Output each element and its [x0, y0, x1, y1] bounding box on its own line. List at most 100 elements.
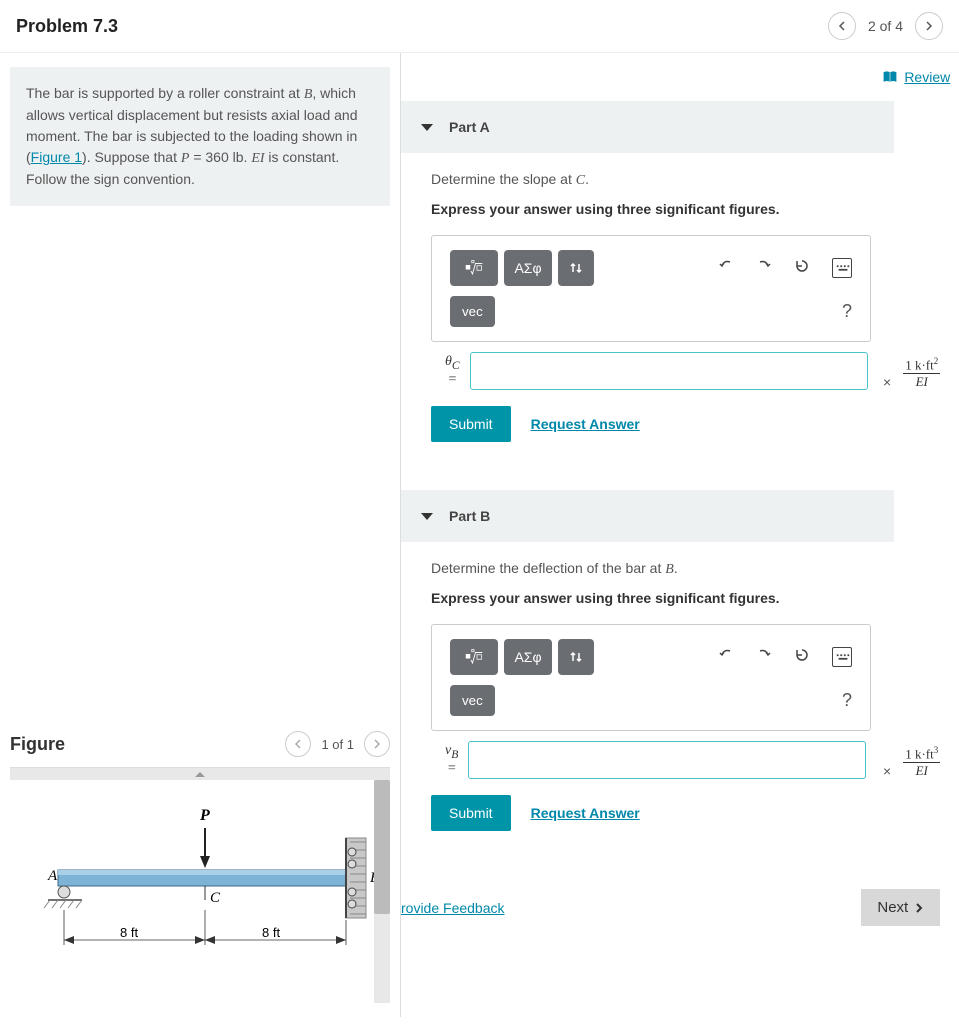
var-theta: θ [445, 354, 452, 369]
header-nav: 2 of 4 [828, 12, 943, 40]
part-b-answer-input[interactable] [468, 741, 866, 779]
figure-scroll-up[interactable] [10, 768, 390, 780]
problem-text: = 360 [189, 149, 232, 165]
review-link[interactable]: Review [882, 69, 950, 85]
greek-button[interactable]: ΑΣφ [504, 639, 552, 675]
question-var: B [665, 562, 674, 577]
figure-body: P [10, 767, 390, 1003]
problem-text: The bar is supported by a roller constra… [26, 85, 304, 101]
part-b-body: Determine the deflection of the bar at B… [401, 542, 959, 849]
question-text: Determine the slope at [431, 171, 576, 187]
dim-left: 8 ft [120, 925, 138, 940]
feedback-link[interactable]: rovide Feedback [401, 900, 505, 916]
part-b-request-link[interactable]: Request Answer [531, 805, 640, 821]
unit-den: EI [916, 374, 928, 390]
vec-button[interactable]: vec [450, 685, 495, 716]
part-a-submit-button[interactable]: Submit [431, 406, 511, 442]
label-C: C [210, 890, 221, 906]
scrollbar-thumb[interactable] [374, 780, 390, 914]
help-button[interactable]: ? [842, 690, 852, 711]
part-b-var-label: vB = [445, 743, 458, 777]
template-button[interactable] [450, 639, 498, 675]
part-a-var-label: θC = [445, 354, 460, 388]
next-button[interactable]: Next [861, 889, 940, 926]
reset-icon [794, 258, 810, 274]
keyboard-button[interactable] [832, 258, 852, 278]
undo-button[interactable] [718, 647, 738, 667]
header: Problem 7.3 2 of 4 [0, 0, 959, 53]
book-icon [882, 70, 898, 84]
chevron-right-icon [914, 903, 924, 913]
times-symbol: × [883, 374, 891, 390]
page-counter: 2 of 4 [868, 18, 903, 34]
right-panel: Review Part A Determine the slope at C. … [401, 53, 959, 1017]
vec-button[interactable]: vec [450, 296, 495, 327]
unit-exp: 3 [934, 745, 939, 755]
part-a-answer-box: ΑΣφ vec ? [431, 235, 871, 342]
greek-button[interactable]: ΑΣφ [504, 250, 552, 286]
problem-text: lb [233, 149, 244, 165]
fraction-sqrt-icon [465, 259, 483, 277]
figure-diagram: P [10, 780, 390, 1003]
keyboard-icon [835, 649, 851, 665]
chevron-down-icon [421, 513, 433, 520]
part-a-answer-input[interactable] [470, 352, 868, 390]
part-b-instruction: Express your answer using three signific… [431, 590, 940, 606]
figure-next-button[interactable] [364, 731, 390, 757]
review-bar: Review [401, 53, 959, 101]
help-button[interactable]: ? [842, 301, 852, 322]
part-b-header[interactable]: Part B [401, 490, 894, 542]
chevron-right-icon [372, 739, 382, 749]
part-a-unit: 1 k·ft2 EI [903, 356, 940, 390]
part-b-title: Part B [449, 508, 490, 524]
redo-icon [756, 258, 772, 274]
redo-icon [756, 647, 772, 663]
reset-button[interactable] [794, 647, 814, 667]
figure-nav: 1 of 1 [285, 731, 390, 757]
chevron-left-icon [293, 739, 303, 749]
main: The bar is supported by a roller constra… [0, 53, 959, 1017]
label-A: A [47, 868, 58, 884]
reset-button[interactable] [794, 258, 814, 278]
part-a-title: Part A [449, 119, 490, 135]
prev-problem-button[interactable] [828, 12, 856, 40]
figure-link[interactable]: Figure 1 [31, 149, 82, 165]
question-text: . [674, 560, 678, 576]
fraction-sqrt-icon [465, 648, 483, 666]
part-a-header[interactable]: Part A [401, 101, 894, 153]
updown-button[interactable] [558, 250, 594, 286]
part-b-submit-button[interactable]: Submit [431, 795, 511, 831]
part-a: Part A Determine the slope at C. Express… [401, 101, 959, 460]
figure-section: Figure 1 of 1 P [10, 721, 390, 1003]
template-button[interactable] [450, 250, 498, 286]
part-a-input-row: θC = [445, 352, 871, 390]
figure-title: Figure [10, 734, 65, 755]
part-b: Part B Determine the deflection of the b… [401, 490, 959, 849]
unit-num: 1 k·ft [905, 746, 934, 761]
unit-exp: 2 [934, 356, 939, 366]
dim-right: 8 ft [262, 925, 280, 940]
updown-button[interactable] [558, 639, 594, 675]
part-a-body: Determine the slope at C. Express your a… [401, 153, 959, 460]
question-text: Determine the deflection of the bar at [431, 560, 665, 576]
problem-title: Problem 7.3 [16, 16, 118, 37]
undo-button[interactable] [718, 258, 738, 278]
label-P: P [199, 807, 210, 824]
question-var: C [576, 173, 585, 188]
figure-scrollbar[interactable] [374, 780, 390, 1003]
figure-prev-button[interactable] [285, 731, 311, 757]
redo-button[interactable] [756, 647, 776, 667]
eq-sign: = [447, 761, 456, 777]
undo-icon [718, 258, 734, 274]
keyboard-icon [835, 260, 851, 276]
redo-button[interactable] [756, 258, 776, 278]
keyboard-button[interactable] [832, 647, 852, 667]
reset-icon [794, 647, 810, 663]
next-problem-button[interactable] [915, 12, 943, 40]
part-a-request-link[interactable]: Request Answer [531, 416, 640, 432]
chevron-down-icon [421, 124, 433, 131]
problem-statement: The bar is supported by a roller constra… [10, 67, 390, 206]
part-b-toolbar: ΑΣφ [450, 639, 852, 675]
left-panel: The bar is supported by a roller constra… [0, 53, 401, 1017]
problem-text: ). Suppose that [82, 149, 181, 165]
